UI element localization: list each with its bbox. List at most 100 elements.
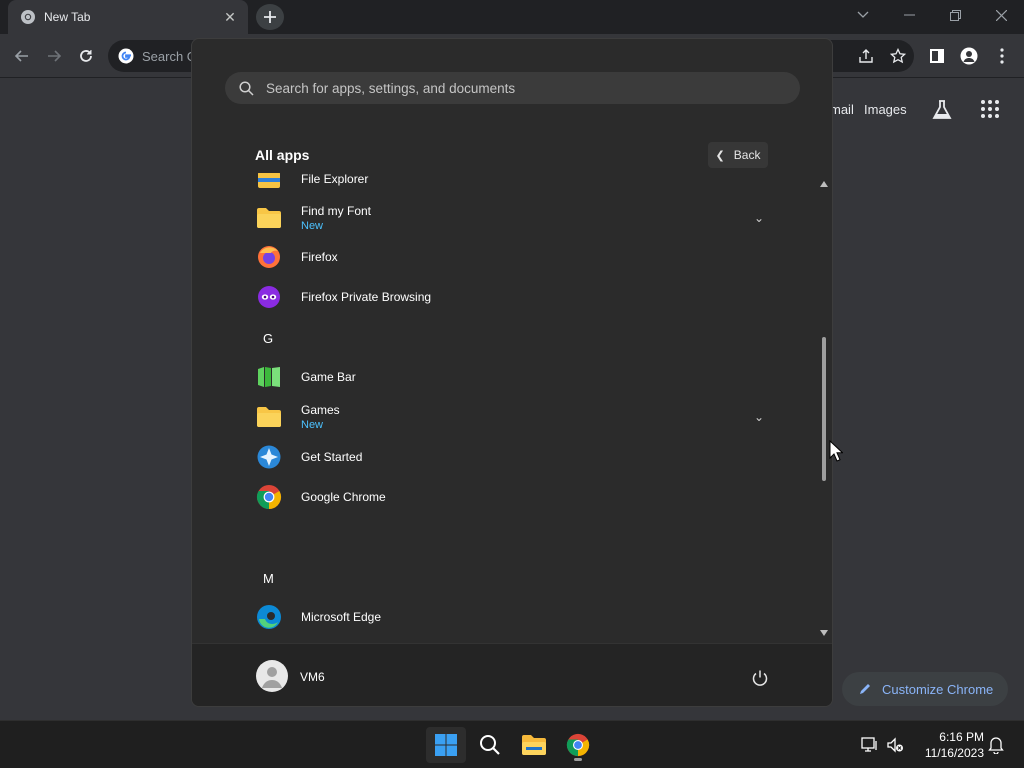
labs-icon[interactable] xyxy=(930,98,954,122)
search-icon xyxy=(480,735,500,755)
back-button[interactable]: ❮ Back xyxy=(708,142,768,168)
share-button[interactable] xyxy=(852,42,880,70)
get-started-icon xyxy=(256,444,282,470)
letter-header-g[interactable]: G xyxy=(263,331,273,346)
mouse-cursor-icon xyxy=(829,440,843,462)
chrome-favicon-icon xyxy=(21,10,35,24)
scroll-down-icon[interactable] xyxy=(820,630,828,636)
restore-button[interactable] xyxy=(932,0,978,30)
taskbar-search-button[interactable] xyxy=(470,727,510,763)
tab-strip: New Tab ✕ xyxy=(0,0,1024,34)
app-name: File Explorer xyxy=(301,173,369,186)
folder-find-my-font[interactable]: Find my Font New ⌄ xyxy=(247,198,782,238)
app-list-scrollbar[interactable] xyxy=(820,179,828,639)
file-explorer-icon xyxy=(522,735,546,755)
search-icon xyxy=(239,80,254,96)
app-name: Microsoft Edge xyxy=(301,610,382,624)
pencil-icon xyxy=(860,684,870,694)
app-file-explorer[interactable]: File Explorer xyxy=(247,173,782,199)
google-g-icon xyxy=(118,48,134,64)
letter-header-m[interactable]: M xyxy=(263,571,274,586)
user-name[interactable]: VM6 xyxy=(300,670,325,684)
volume-muted-icon[interactable] xyxy=(885,735,905,755)
user-avatar[interactable] xyxy=(256,660,288,692)
power-icon xyxy=(752,670,768,686)
reload-button[interactable] xyxy=(72,42,100,70)
back-label: Back xyxy=(733,148,761,162)
start-menu: Search for apps, settings, and documents… xyxy=(191,38,833,707)
reload-icon xyxy=(80,50,92,62)
tab-new-tab[interactable]: New Tab ✕ xyxy=(8,0,248,34)
app-name: Google Chrome xyxy=(301,490,386,504)
app-game-bar[interactable]: Game Bar xyxy=(247,357,782,397)
windows-logo-icon xyxy=(435,734,457,756)
firefox-icon xyxy=(256,244,282,270)
power-button[interactable] xyxy=(748,666,772,690)
new-badge: New xyxy=(301,220,324,232)
minimize-icon xyxy=(903,14,915,16)
side-panel-icon xyxy=(930,49,944,63)
taskbar: 6:16 PM 11/16/2023 xyxy=(0,720,1024,768)
app-name: Firefox xyxy=(301,250,338,264)
folder-icon xyxy=(256,404,282,430)
chevron-left-icon: ❮ xyxy=(715,149,725,162)
chevron-down-icon[interactable]: ⌄ xyxy=(754,211,764,225)
notification-bell-icon[interactable] xyxy=(986,735,1006,755)
chevron-down-icon[interactable]: ⌄ xyxy=(754,410,764,424)
arrow-left-icon xyxy=(14,50,28,62)
app-google-chrome[interactable]: Google Chrome xyxy=(247,477,782,517)
firefox-private-icon xyxy=(256,284,282,310)
tab-title: New Tab xyxy=(44,10,91,24)
running-indicator xyxy=(574,758,582,761)
start-button[interactable] xyxy=(426,727,466,763)
file-explorer-icon xyxy=(256,173,282,192)
app-name: Firefox Private Browsing xyxy=(301,290,432,304)
side-panel-button[interactable] xyxy=(923,42,951,70)
scroll-up-icon[interactable] xyxy=(820,181,828,187)
profile-button[interactable] xyxy=(955,42,983,70)
scrollbar-thumb[interactable] xyxy=(822,337,826,481)
app-name: Find my Font xyxy=(301,204,372,218)
close-window-button[interactable] xyxy=(978,0,1024,30)
start-search-placeholder: Search for apps, settings, and documents xyxy=(266,80,516,96)
app-firefox[interactable]: Firefox xyxy=(247,237,782,277)
clock-date: 11/16/2023 xyxy=(924,746,984,760)
plus-icon xyxy=(264,11,276,23)
start-search-input[interactable]: Search for apps, settings, and documents xyxy=(225,72,800,104)
taskbar-file-explorer[interactable] xyxy=(514,727,554,763)
app-name: Get Started xyxy=(301,450,363,464)
start-footer: VM6 xyxy=(192,643,832,706)
all-apps-list: File Explorer Find my Font New ⌄ Firefox… xyxy=(192,173,812,643)
images-link[interactable]: Images xyxy=(864,102,907,117)
apps-grid-icon[interactable] xyxy=(980,99,1000,119)
system-clock[interactable]: 6:16 PM 11/16/2023 xyxy=(914,729,984,761)
folder-icon xyxy=(256,205,282,231)
chrome-icon xyxy=(566,733,590,757)
share-icon xyxy=(859,49,873,63)
app-firefox-private-browsing[interactable]: Firefox Private Browsing xyxy=(247,277,782,317)
tab-close-icon[interactable]: ✕ xyxy=(222,9,238,25)
minimize-button[interactable] xyxy=(886,0,932,30)
new-tab-button[interactable] xyxy=(256,4,284,30)
menu-button[interactable] xyxy=(988,42,1016,70)
app-get-started[interactable]: Get Started xyxy=(247,437,782,477)
taskbar-google-chrome[interactable] xyxy=(558,727,598,763)
omnibox-placeholder: Search G xyxy=(142,48,197,64)
bookmark-button[interactable] xyxy=(884,42,912,70)
back-nav-button[interactable] xyxy=(8,42,36,70)
restore-icon xyxy=(949,9,961,21)
arrow-right-icon xyxy=(48,50,62,62)
forward-nav-button[interactable] xyxy=(40,42,68,70)
game-bar-icon xyxy=(256,364,282,390)
folder-games[interactable]: Games New ⌄ xyxy=(247,397,782,437)
app-microsoft-edge[interactable]: Microsoft Edge xyxy=(247,597,782,637)
network-icon[interactable] xyxy=(860,735,880,755)
tab-search-icon[interactable] xyxy=(840,0,886,30)
app-name: Game Bar xyxy=(301,370,356,384)
all-apps-title: All apps xyxy=(255,147,310,163)
close-icon xyxy=(995,9,1007,21)
customize-chrome-label: Customize Chrome xyxy=(882,681,994,697)
gmail-link[interactable]: mail xyxy=(830,102,854,117)
star-icon xyxy=(890,48,906,64)
customize-chrome-button[interactable]: Customize Chrome xyxy=(842,672,1008,706)
